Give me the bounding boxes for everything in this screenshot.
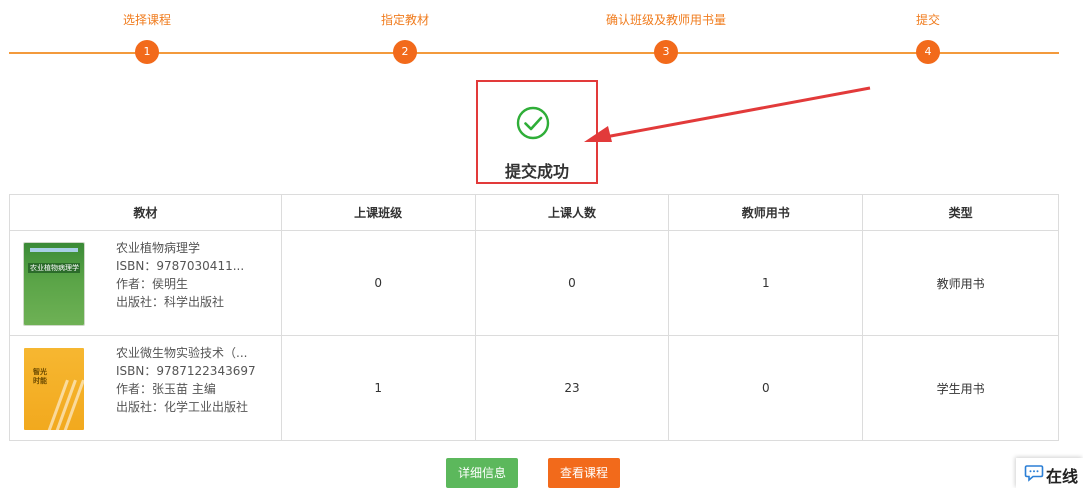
step-label: 选择课程 xyxy=(122,13,171,27)
step-label: 提交 xyxy=(915,13,940,27)
step-select-course: 选择课程 1 xyxy=(67,0,227,64)
student-count: 0 xyxy=(474,230,670,336)
step-confirm-class: 确认班级及教师用书量 3 xyxy=(586,0,746,64)
student-count: 23 xyxy=(474,335,670,441)
teacher-book-count: 0 xyxy=(668,335,864,441)
step-number: 2 xyxy=(393,40,417,64)
teacher-book-count: 1 xyxy=(668,230,864,336)
step-number: 1 xyxy=(135,40,159,64)
book-cell: 农业植物病理学 农业植物病理学 ISBN：9787030411... 作者：侯明… xyxy=(9,230,282,336)
cover-title: 智光 时能 xyxy=(33,368,47,385)
book-isbn: ISBN：9787030411... xyxy=(116,259,245,273)
book-cover-image: 农业植物病理学 xyxy=(24,243,84,325)
textbook-table: 教材 上课班级 上课人数 教师用书 类型 农业植物病理学 农业植物病理学 ISB… xyxy=(9,194,1059,441)
step-label: 指定教材 xyxy=(380,13,429,27)
header-student-count: 上课人数 xyxy=(474,194,670,231)
step-assign-textbook: 指定教材 2 xyxy=(325,0,485,64)
header-textbook: 教材 xyxy=(9,194,282,231)
book-publisher: 出版社：化学工业出版社 xyxy=(116,400,249,414)
success-message: 提交成功 xyxy=(504,162,569,181)
red-arrow-annotation xyxy=(584,86,871,142)
book-type: 学生用书 xyxy=(862,335,1059,441)
table-row: 智光 时能 农业微生物实验技术（... ISBN：9787122343697 作… xyxy=(9,335,1059,441)
class-count-link[interactable]: 0 xyxy=(280,230,476,336)
class-count-link[interactable]: 1 xyxy=(280,335,476,441)
header-class: 上课班级 xyxy=(280,194,476,231)
table-row: 农业植物病理学 农业植物病理学 ISBN：9787030411... 作者：侯明… xyxy=(9,230,1059,336)
book-author: 作者：张玉苗 主编 xyxy=(116,382,216,396)
progress-stepper: 选择课程 1 指定教材 2 确认班级及教师用书量 3 提交 4 xyxy=(0,0,1083,70)
header-type: 类型 xyxy=(862,194,1059,231)
step-submit: 提交 4 xyxy=(848,0,1008,64)
online-chat-widget[interactable]: 在线 xyxy=(1016,458,1083,488)
view-course-button[interactable]: 查看课程 xyxy=(548,458,620,488)
step-label: 确认班级及教师用书量 xyxy=(605,13,726,27)
book-publisher: 出版社：科学出版社 xyxy=(116,295,225,309)
cover-title: 农业植物病理学 xyxy=(30,264,79,272)
book-title: 农业植物病理学 xyxy=(116,241,201,255)
chat-label: 在线 xyxy=(1046,467,1079,486)
header-teacher-books: 教师用书 xyxy=(668,194,864,231)
check-circle-icon xyxy=(516,106,550,140)
book-title: 农业微生物实验技术（... xyxy=(116,346,248,360)
book-cover-image: 智光 时能 xyxy=(24,348,84,430)
detail-info-button[interactable]: 详细信息 xyxy=(446,458,518,488)
book-author: 作者：侯明生 xyxy=(116,277,189,291)
step-number: 3 xyxy=(654,40,678,64)
step-number: 4 xyxy=(916,40,940,64)
table-header-row: 教材 上课班级 上课人数 教师用书 类型 xyxy=(9,194,1059,231)
book-cell: 智光 时能 农业微生物实验技术（... ISBN：9787122343697 作… xyxy=(9,335,282,441)
chat-bubble-icon xyxy=(1024,465,1044,482)
book-isbn: ISBN：9787122343697 xyxy=(116,364,256,378)
book-type: 教师用书 xyxy=(862,230,1059,336)
